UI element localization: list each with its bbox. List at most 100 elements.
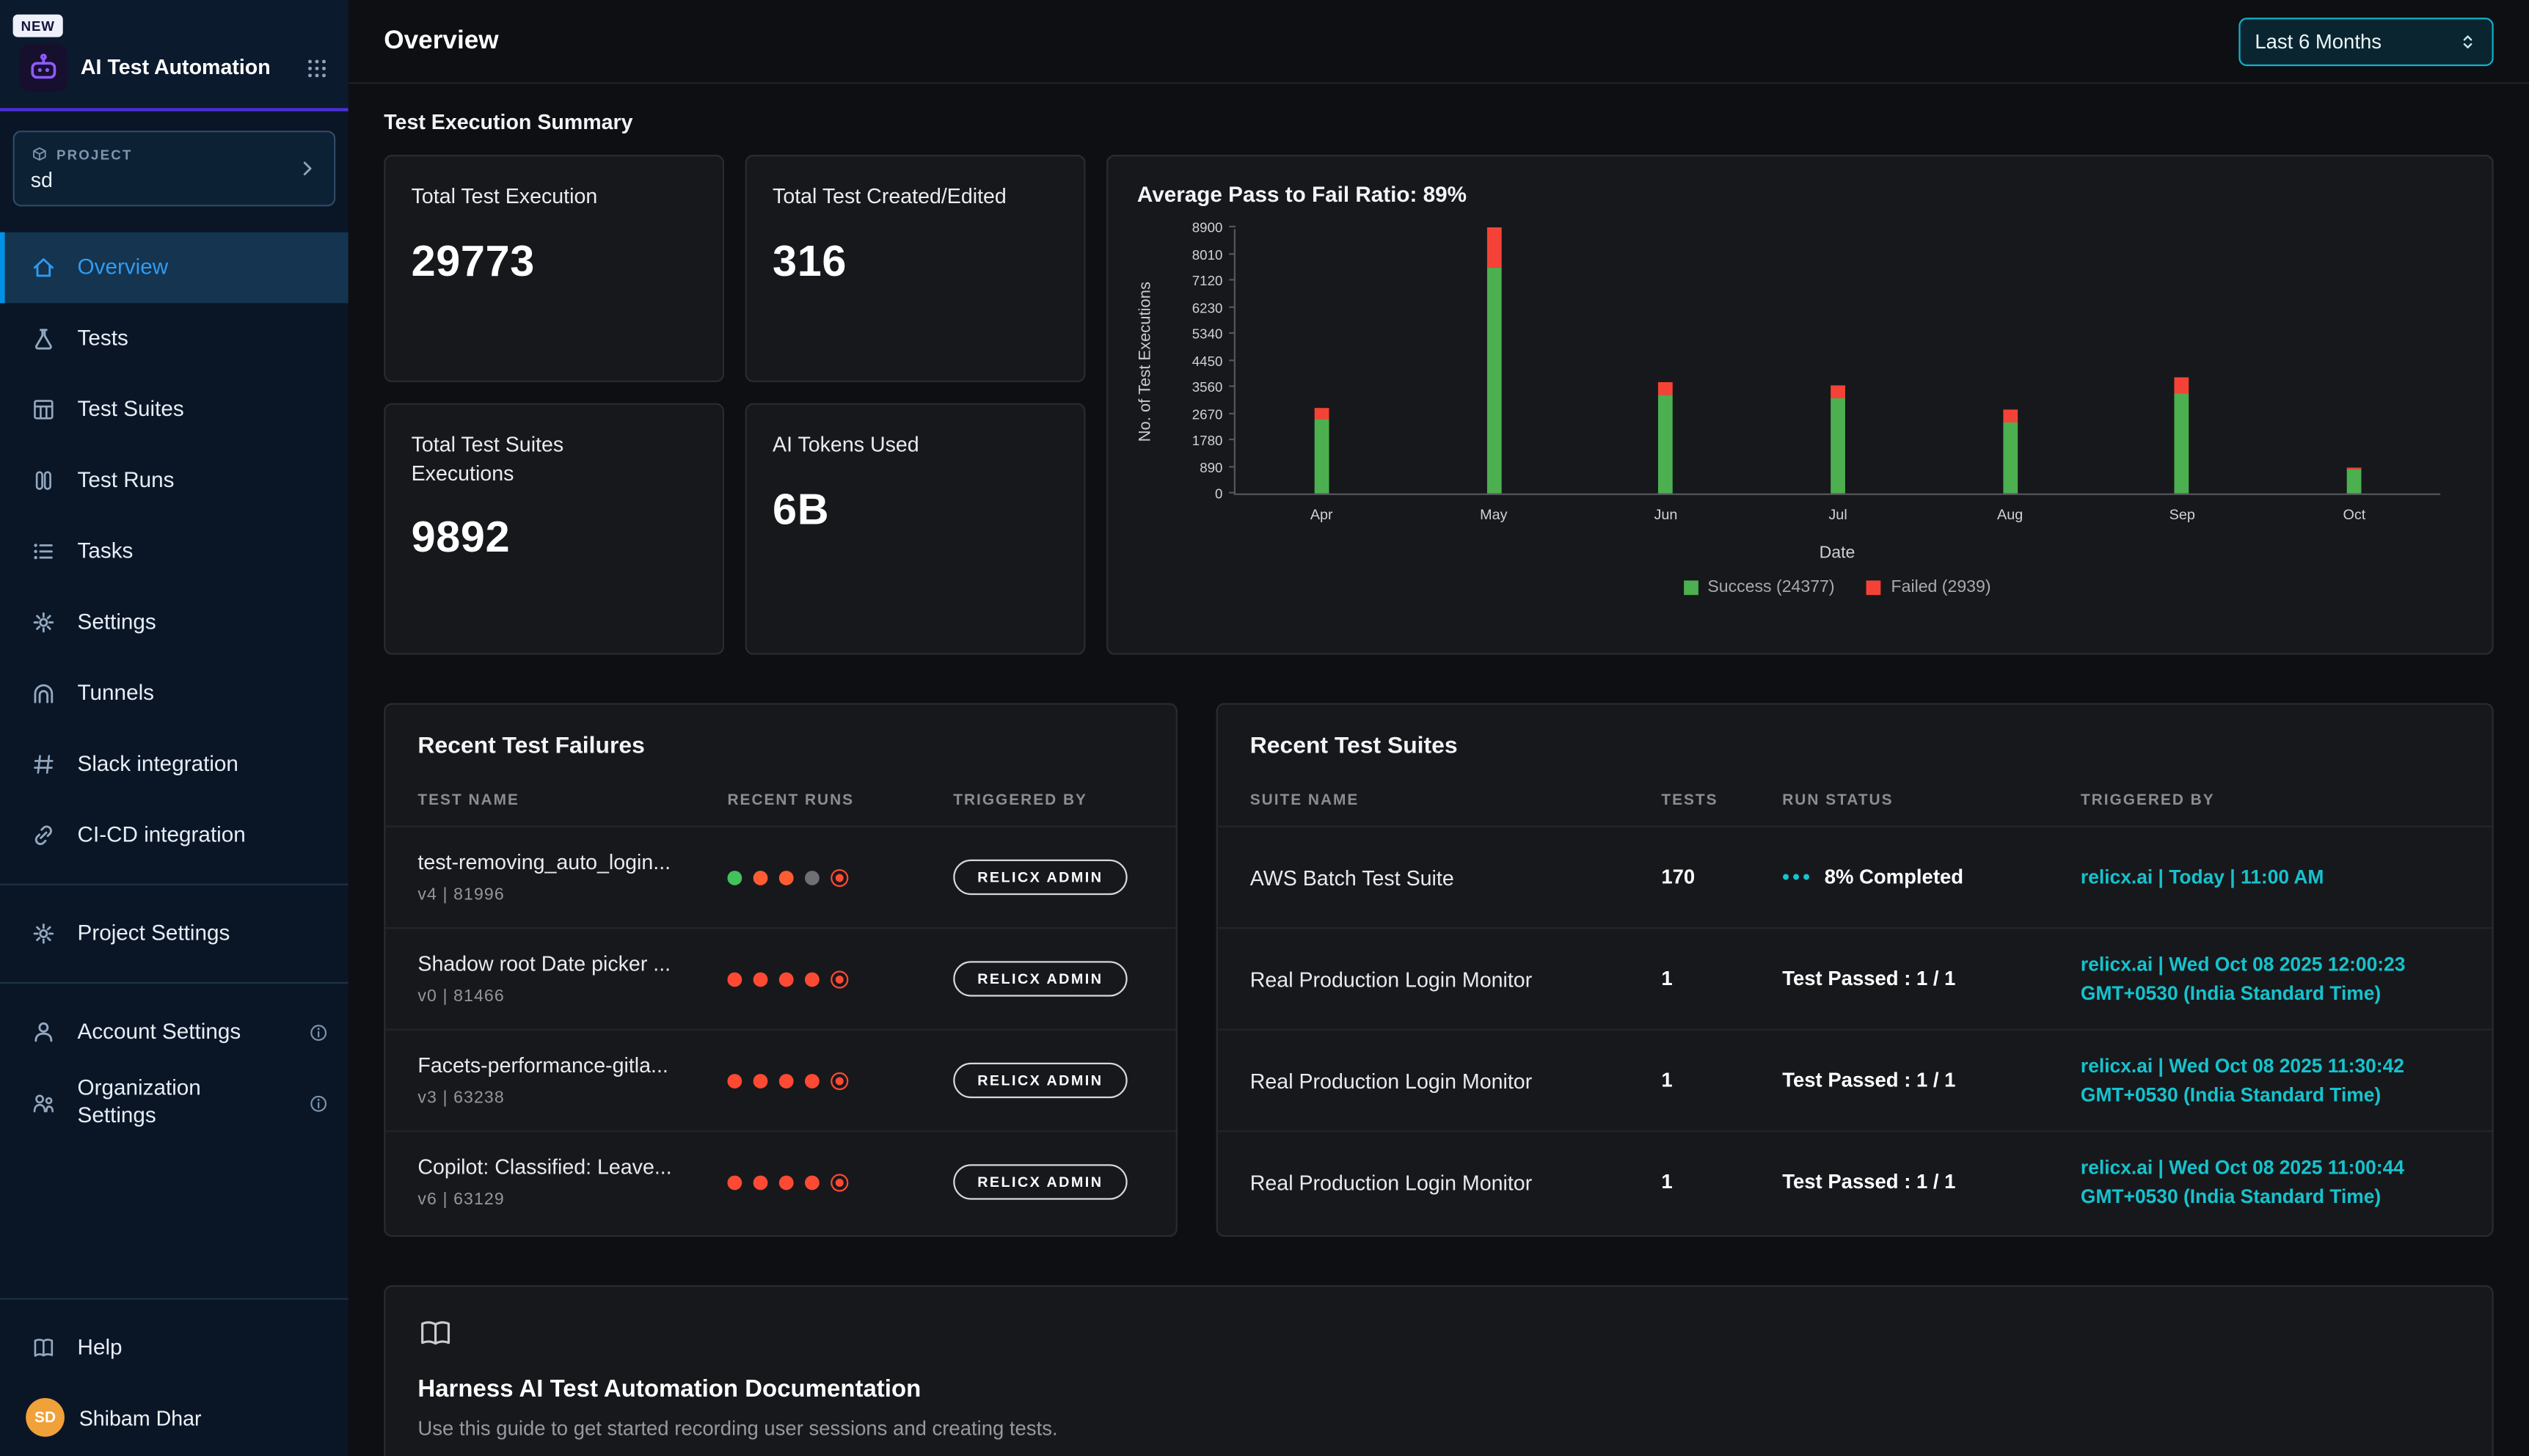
run-dot-red: [779, 1175, 794, 1190]
sidebar-item-cicd-integration[interactable]: CI-CD integration: [0, 800, 348, 871]
y-tick-mark: [1229, 252, 1236, 254]
y-tick-mark: [1229, 359, 1236, 360]
sidebar-item-help[interactable]: Help: [0, 1312, 348, 1383]
run-status: •••8% Completed: [1782, 866, 2081, 889]
stat-value: 316: [773, 236, 1058, 286]
table-row[interactable]: Real Production Login Monitor 1 Test Pas…: [1218, 1130, 2492, 1232]
triggered-by-button[interactable]: RELICX ADMIN: [953, 1164, 1127, 1199]
legend-item-success: Success (24377): [1683, 577, 1834, 596]
triggered-by-button[interactable]: RELICX ADMIN: [953, 1063, 1127, 1098]
suite-tests-count: 170: [1661, 866, 1782, 889]
bar-segment-success: [2003, 422, 2018, 494]
x-tick-label: Jul: [1828, 506, 1847, 522]
sidebar-item-project-settings[interactable]: Project Settings: [0, 899, 348, 970]
gear-icon: [29, 610, 59, 635]
chart-legend: Success (24377) Failed (2939): [1234, 577, 2440, 596]
content-area: Test Execution Summary Total Test Execut…: [348, 84, 2529, 1456]
stat-label: AI Tokens Used: [773, 431, 1058, 459]
legend-label: Failed (2939): [1891, 577, 1991, 596]
test-name-link[interactable]: Copilot: Classified: Leave...: [417, 1155, 727, 1179]
y-tick-mark: [1229, 385, 1236, 387]
x-tick-label: May: [1480, 506, 1507, 522]
sidebar-item-label: Account Settings: [78, 1018, 241, 1045]
triggered-by-button[interactable]: RELICX ADMIN: [953, 860, 1127, 895]
table-row[interactable]: Shadow root Date picker ... v0 | 81466 RE…: [385, 927, 1175, 1028]
run-dot-green: [727, 870, 742, 885]
sidebar-item-test-runs[interactable]: Test Runs: [0, 445, 348, 516]
organization-icon: [29, 1090, 59, 1116]
run-dot-red: [727, 1175, 742, 1190]
bar-segment-failed: [1314, 409, 1329, 419]
run-dot-red: [753, 1175, 768, 1190]
run-dot-red: [727, 972, 742, 987]
suite-tests-count: 1: [1661, 1171, 1782, 1193]
sidebar-item-account-settings[interactable]: Account Settings: [0, 997, 348, 1068]
stat-value: 9892: [412, 513, 697, 563]
pass-fail-chart-card: Average Pass to Fail Ratio: 89% No. of T…: [1106, 155, 2494, 655]
table-row[interactable]: Real Production Login Monitor 1 Test Pas…: [1218, 927, 2492, 1028]
stat-label: Total Test Suites Executions: [412, 431, 605, 487]
divider: [0, 982, 348, 984]
sidebar-item-overview[interactable]: Overview: [0, 233, 348, 304]
test-meta: v0 | 81466: [417, 987, 727, 1006]
info-icon[interactable]: [308, 1092, 329, 1113]
sidebar-item-label: Tests: [78, 325, 128, 352]
chevron-right-icon: [297, 158, 318, 179]
info-icon[interactable]: [308, 1022, 329, 1043]
run-dot-red: [727, 1073, 742, 1088]
table-row[interactable]: test-removing_auto_login...v4 | 81996 RE…: [385, 826, 1175, 927]
test-name-link[interactable]: test-removing_auto_login...: [417, 850, 727, 874]
page-header: Overview Last 6 Months: [348, 0, 2529, 84]
run-dot-red: [753, 972, 768, 987]
bar-segment-success: [2347, 469, 2362, 494]
sidebar-item-tests[interactable]: Tests: [0, 303, 348, 374]
sidebar-item-slack-integration[interactable]: Slack integration: [0, 729, 348, 800]
bar-oct: [2347, 468, 2362, 494]
grid-menu-icon[interactable]: [304, 56, 329, 80]
sidebar-item-settings[interactable]: Settings: [0, 587, 348, 658]
triggered-by-link[interactable]: relicx.ai | Wed Oct 08 2025 11:00:44 GMT…: [2081, 1153, 2460, 1211]
y-tick-mark: [1229, 226, 1236, 227]
sidebar-item-organization-settings[interactable]: Organization Settings: [0, 1067, 348, 1138]
new-badge: NEW: [13, 15, 63, 37]
suite-name-link[interactable]: Real Production Login Monitor: [1250, 1068, 1662, 1092]
suite-name-link[interactable]: Real Production Login Monitor: [1250, 1170, 1662, 1194]
test-name-link[interactable]: Facets-performance-gitla...: [417, 1053, 727, 1078]
table-row[interactable]: Facets-performance-gitla... v3 | 63238 RE…: [385, 1029, 1175, 1130]
recent-test-failures-card: Recent Test Failures TEST NAME RECENT RU…: [384, 703, 1178, 1237]
table-row[interactable]: AWS Batch Test Suite 170 •••8% Completed…: [1218, 826, 2492, 927]
y-tick-mark: [1229, 492, 1236, 494]
triggered-by-link[interactable]: relicx.ai | Wed Oct 08 2025 12:00:23 GMT…: [2081, 950, 2460, 1008]
table-row[interactable]: Copilot: Classified: Leave...v6 | 63129 …: [385, 1130, 1175, 1232]
run-dot-red: [805, 1073, 820, 1088]
test-meta: v3 | 63238: [417, 1089, 727, 1108]
sidebar-item-label: Test Suites: [78, 396, 184, 423]
stat-value: 29773: [412, 236, 697, 286]
user-menu[interactable]: SD Shibam Dhar: [0, 1383, 348, 1456]
triggered-by-button[interactable]: RELICX ADMIN: [953, 961, 1127, 996]
column-header: SUITE NAME: [1250, 791, 1662, 809]
bar-may: [1486, 227, 1501, 494]
sidebar: NEW AI Test Automation: [0, 0, 348, 1456]
person-icon: [29, 1019, 59, 1045]
project-selector[interactable]: PROJECT sd: [13, 131, 336, 206]
suite-name-link[interactable]: Real Production Login Monitor: [1250, 967, 1662, 991]
triggered-by-link[interactable]: relicx.ai | Wed Oct 08 2025 11:30:42 GMT…: [2081, 1051, 2460, 1109]
sidebar-item-label: Project Settings: [78, 920, 230, 947]
bar-apr: [1314, 409, 1329, 494]
table-header: SUITE NAME TESTS RUN STATUS TRIGGERED BY: [1218, 779, 2492, 826]
x-tick-label: Sep: [2169, 506, 2195, 522]
chevron-updown-icon: [2458, 32, 2477, 51]
run-dot-red: [779, 1073, 794, 1088]
table-row[interactable]: Real Production Login Monitor 1 Test Pas…: [1218, 1029, 2492, 1130]
sidebar-item-tasks[interactable]: Tasks: [0, 516, 348, 587]
sidebar-item-test-suites[interactable]: Test Suites: [0, 374, 348, 445]
test-name-link[interactable]: Shadow root Date picker ...: [417, 951, 727, 976]
card-title: Recent Test Failures: [385, 727, 1175, 778]
time-range-select[interactable]: Last 6 Months: [2238, 17, 2493, 65]
docs-book-icon: [417, 1316, 453, 1351]
suite-name-link[interactable]: AWS Batch Test Suite: [1250, 865, 1662, 889]
x-tick-label: Apr: [1310, 506, 1333, 522]
triggered-by-link[interactable]: relicx.ai | Today | 11:00 AM: [2081, 863, 2460, 892]
sidebar-item-tunnels[interactable]: Tunnels: [0, 658, 348, 729]
